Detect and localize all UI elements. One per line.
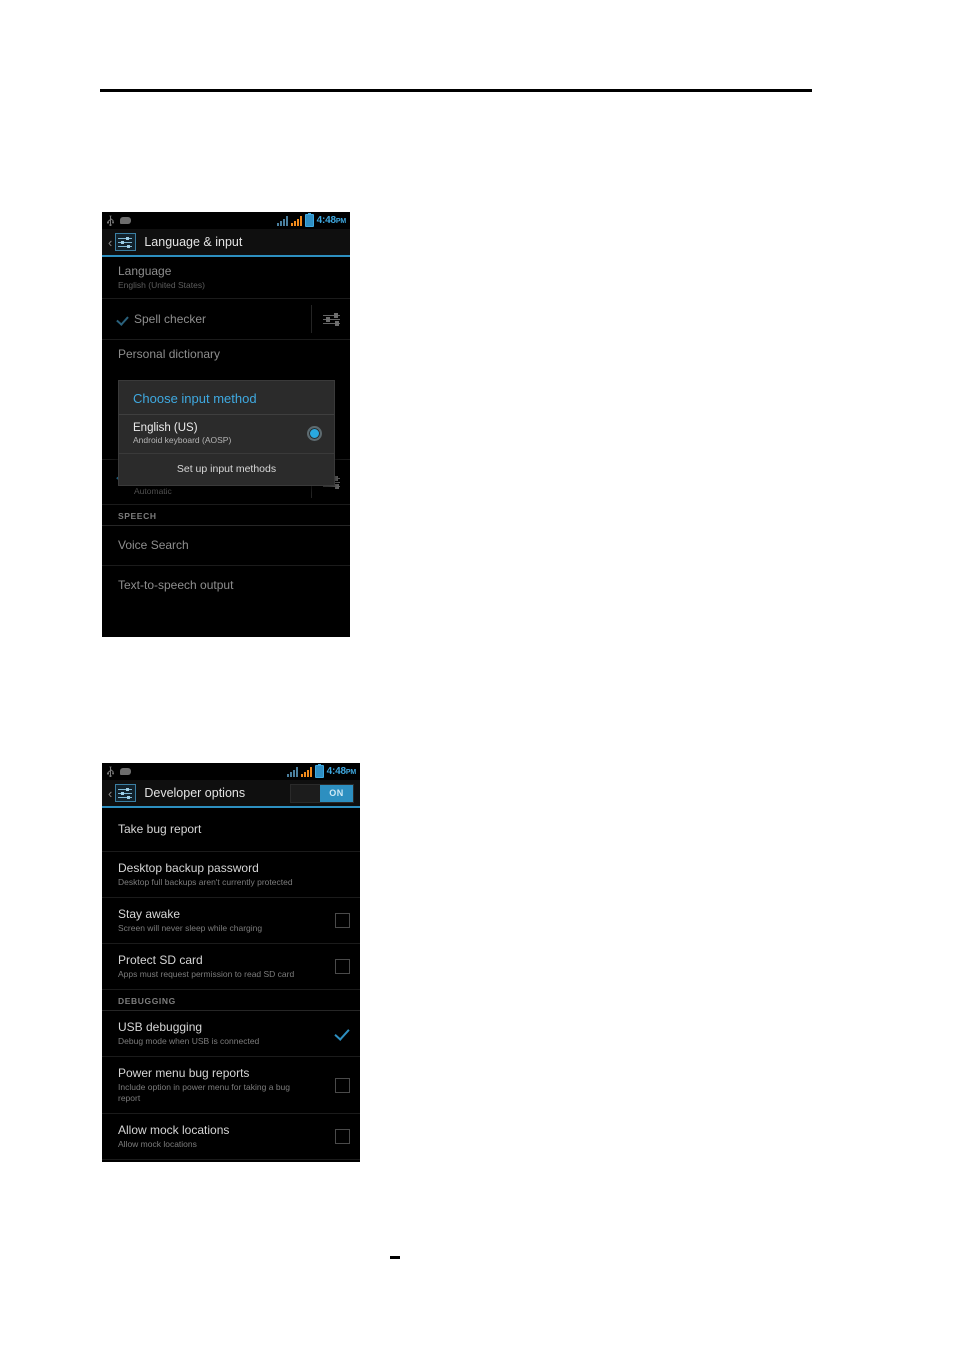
row-main: Stay awake Screen will never sleep while… [118,907,325,934]
row-stay-awake[interactable]: Stay awake Screen will never sleep while… [102,898,360,945]
clock-time: 4:48 [326,766,346,777]
row-subtitle: Allow mock locations [118,1139,197,1150]
message-icon [120,768,131,775]
row-main: USB debugging Debug mode when USB is con… [118,1020,325,1047]
status-bar: 4:48PM [102,763,360,780]
row-protect-sd-card[interactable]: Protect SD card Apps must request permis… [102,944,360,991]
checkbox-stay-awake[interactable] [335,913,350,929]
action-bar: ‹ Developer options ON [102,780,360,808]
screenshot-language-and-input: 4:48PM ‹ Language & input Language Engli… [102,212,350,637]
page-footer-mark [390,1256,400,1259]
page-title: Developer options [144,786,246,800]
checkbox-power-menu-bug-reports[interactable] [335,1077,350,1093]
row-subtitle: Desktop full backups aren't currently pr… [118,877,293,887]
radio-button-selected[interactable] [307,426,322,441]
page-header-rule [100,89,812,92]
dialog-option-title: English (US) [133,422,198,434]
developer-options-toggle[interactable]: ON [290,783,354,803]
row-main: Allow mock locations Allow mock location… [118,1123,325,1150]
row-title: Desktop backup password [118,861,259,875]
row-usb-debugging[interactable]: USB debugging Debug mode when USB is con… [102,1011,360,1058]
row-desktop-backup-password[interactable]: Desktop backup password Desktop full bac… [102,852,360,899]
battery-icon [314,764,324,778]
row-title: USB debugging [118,1020,203,1035]
dialog-option-subtitle: Android keyboard (AOSP) [133,435,232,445]
set-up-input-methods-button[interactable]: Set up input methods [119,454,334,485]
checkbox-protect-sd-card[interactable] [335,959,350,975]
row-main: Protect SD card Apps must request permis… [118,953,325,980]
row-subtitle: Include option in power menu for taking … [118,1082,291,1104]
status-bar-left-icons [106,766,131,777]
clock-meridiem: PM [345,769,356,776]
row-take-bug-report[interactable]: Take bug report [102,808,360,852]
toggle-knob: ON [320,784,353,802]
row-subtitle: Debug mode when USB is connected [118,1036,260,1047]
back-icon[interactable]: ‹ [108,787,112,800]
checkbox-allow-mock-locations[interactable] [335,1129,350,1145]
dialog-option-main: English (US) Android keyboard (AOSP) [133,422,307,445]
choose-input-method-dialog: Choose input method English (US) Android… [118,380,335,486]
row-subtitle: Screen will never sleep while charging [118,923,263,934]
dialog-scrim: Choose input method English (US) Android… [102,212,350,637]
screenshot-developer-options: 4:48PM ‹ Developer options ON Take bug r… [102,763,360,1162]
row-title: Stay awake [118,907,181,922]
usb-icon [107,766,114,777]
row-subtitle: Apps must request permission to read SD … [118,969,295,980]
row-allow-mock-locations[interactable]: Allow mock locations Allow mock location… [102,1114,360,1161]
status-bar-clock: 4:48PM [326,766,357,777]
row-title: Allow mock locations [118,1123,230,1138]
row-title: Take bug report [118,822,202,836]
section-header-debugging: DEBUGGING [102,990,360,1012]
checkbox-usb-debugging[interactable] [335,1026,350,1041]
settings-list: Take bug report Desktop backup password … [102,808,360,1162]
row-title: Power menu bug reports [118,1066,250,1081]
settings-sliders-icon [115,784,137,802]
dialog-option-english-us[interactable]: English (US) Android keyboard (AOSP) [119,415,334,454]
row-main: Power menu bug reports Include option in… [118,1066,325,1104]
signal-bars-icon [300,766,312,777]
signal-bars-icon [286,766,298,777]
row-title: Protect SD card [118,953,203,968]
row-power-menu-bug-reports[interactable]: Power menu bug reports Include option in… [102,1057,360,1115]
dialog-title: Choose input method [119,381,334,415]
status-bar-right-icons: 4:48PM [286,764,357,778]
row-select-debug-app[interactable]: Select debug app No debug application se… [102,1160,360,1162]
toggle-track [291,785,320,802]
